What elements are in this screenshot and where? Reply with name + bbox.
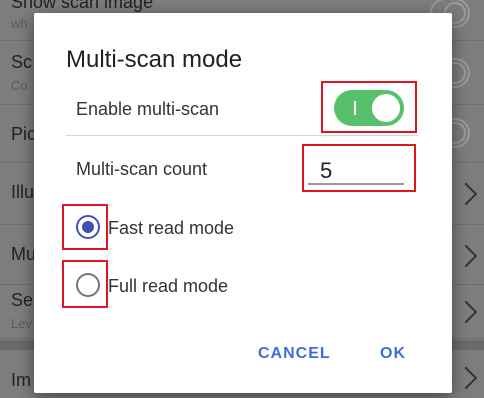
chevron-right-icon bbox=[454, 366, 478, 390]
chevron-right-icon bbox=[454, 244, 478, 268]
multi-scan-dialog: Multi-scan mode Enable multi-scan Multi-… bbox=[34, 13, 452, 393]
dialog-title: Multi-scan mode bbox=[66, 46, 243, 73]
bg-row-title: Show scan image bbox=[11, 0, 154, 12]
chevron-right-icon bbox=[454, 182, 478, 206]
multi-scan-count-input[interactable]: 5 bbox=[320, 158, 332, 184]
radio-dot bbox=[82, 221, 94, 233]
bg-row-title: Mu bbox=[11, 244, 37, 264]
bg-row-title: Sc bbox=[11, 52, 33, 72]
bg-row-title: Se bbox=[11, 290, 34, 310]
cancel-button[interactable]: CANCEL bbox=[258, 345, 331, 363]
bg-row-title: Pic bbox=[11, 124, 37, 144]
enable-multi-scan-switch[interactable] bbox=[334, 90, 404, 126]
full-read-mode-radio[interactable] bbox=[76, 273, 100, 297]
full-read-mode-label[interactable]: Full read mode bbox=[108, 276, 228, 297]
bg-row-subtitle: Lev bbox=[11, 316, 32, 331]
multi-scan-count-label: Multi-scan count bbox=[76, 159, 208, 179]
input-underline bbox=[308, 183, 404, 185]
enable-multi-scan-label: Enable multi-scan bbox=[76, 99, 220, 119]
row-separator bbox=[66, 135, 418, 136]
chevron-right-icon bbox=[454, 300, 478, 324]
switch-thumb bbox=[371, 93, 401, 123]
bg-row-subtitle: wh bbox=[11, 16, 28, 31]
toggle-switch-icon bbox=[354, 101, 356, 115]
ok-button[interactable]: OK bbox=[380, 345, 406, 363]
fast-read-mode-label[interactable]: Fast read mode bbox=[108, 218, 234, 239]
bg-row-title: Illu bbox=[11, 182, 35, 202]
bg-row-title: Im bbox=[11, 370, 31, 390]
fast-read-mode-radio[interactable] bbox=[76, 215, 100, 239]
bg-row-subtitle: Co bbox=[11, 78, 28, 93]
